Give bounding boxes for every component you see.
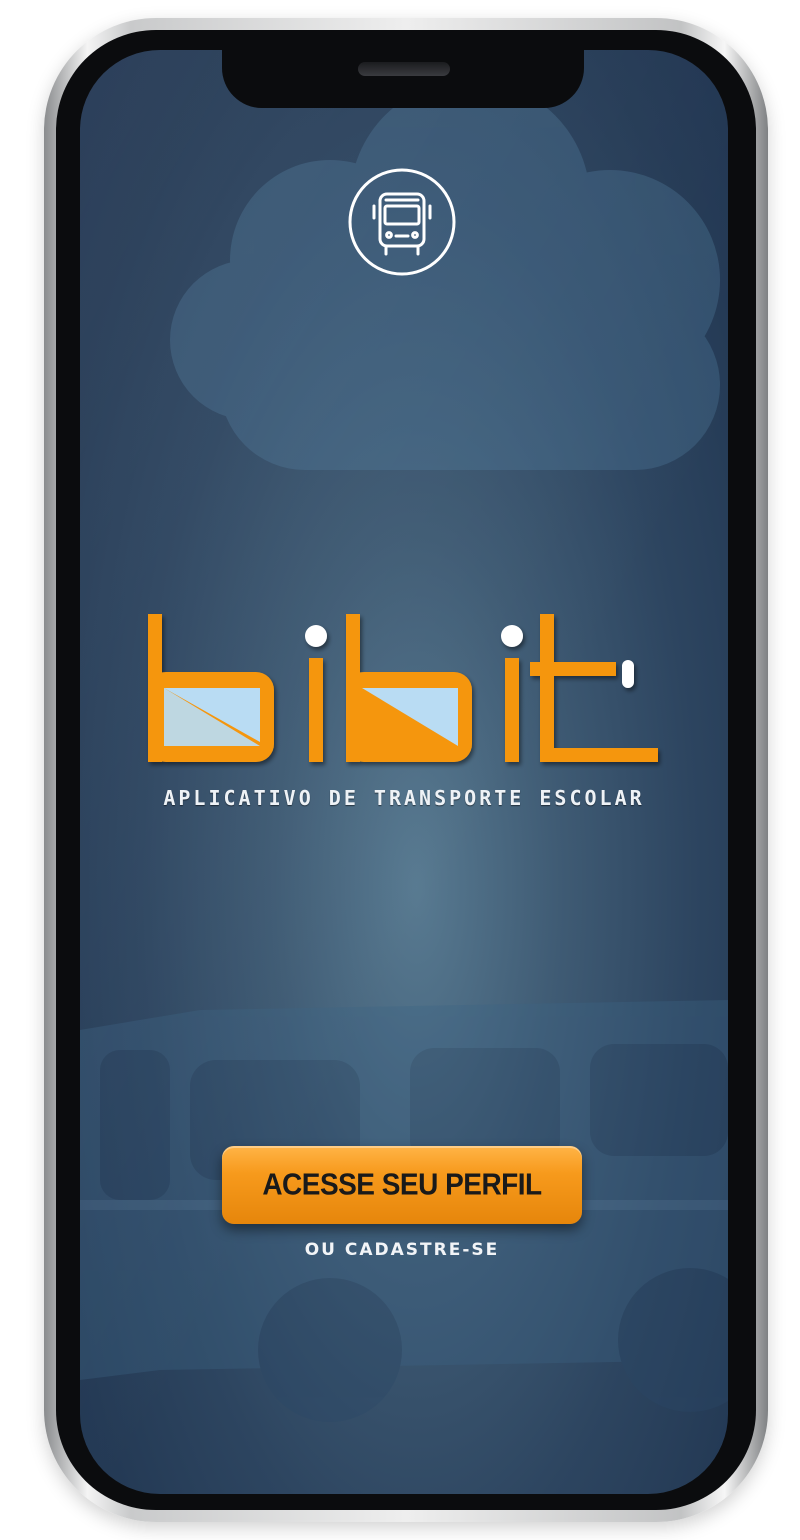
phone-notch (222, 48, 584, 108)
access-profile-button[interactable]: ACESSE SEU PERFIL (222, 1146, 582, 1224)
bus-front-icon (346, 166, 458, 278)
access-profile-label: ACESSE SEU PERFIL (262, 1167, 542, 1202)
speaker-grille (358, 62, 450, 76)
brand-logo (140, 606, 668, 786)
signup-link[interactable]: OU CADASTRE-SE (222, 1240, 582, 1260)
app-tagline: APLICATIVO DE TRANSPORTE ESCOLAR (163, 786, 645, 810)
